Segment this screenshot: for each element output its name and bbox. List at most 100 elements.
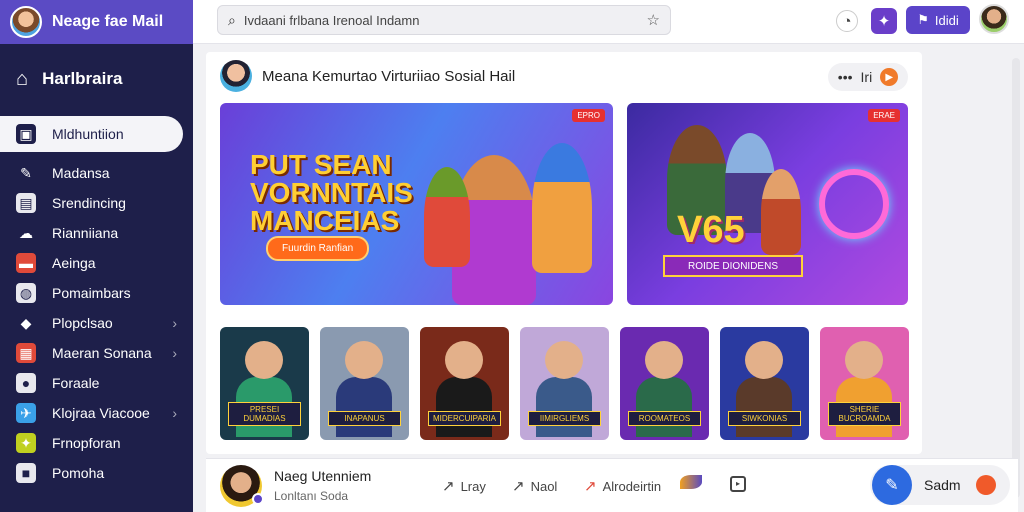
chat-icon: ☁ xyxy=(19,224,33,241)
sidebar-item[interactable]: ● Foraale xyxy=(0,368,193,398)
sidebar-item-label: Plopclsao xyxy=(52,315,113,331)
notification-icon[interactable]: ◔ xyxy=(836,10,858,32)
top-bar: ⌕ ☆ ◔ ✦ ⚑ Ididi xyxy=(193,0,1024,44)
sidebar-item-label: Mldhuntiion xyxy=(52,126,124,142)
banner-badge: ERAE xyxy=(868,109,900,122)
video-thumbnail[interactable]: INAPANUS xyxy=(320,327,409,440)
chevron-right-icon[interactable]: › xyxy=(172,405,177,421)
pin-icon[interactable] xyxy=(976,475,996,495)
sidebar-item-label: Klojraa Viacooe xyxy=(52,405,150,421)
banner-main[interactable]: EPRO PUT SEAN VORNNTAIS MANCEIAS Fuurdin… xyxy=(220,103,613,305)
forward-icon: ↗ xyxy=(512,478,525,495)
forward-label: Naol xyxy=(530,478,558,494)
chevron-right-icon[interactable]: › xyxy=(172,345,177,361)
home-label: Harlbraira xyxy=(42,69,123,88)
bird-icon: ✈ xyxy=(16,403,36,423)
sidebar-nav: ▣ Mldhuntiion ✎ Madansa ▤ Srendincing ☁ Riannii… xyxy=(0,116,193,488)
sidebar-item[interactable]: ▬ Aeinga xyxy=(0,248,193,278)
sidebar-item-label: Srendincing xyxy=(52,195,126,211)
forward-button[interactable]: ↗ Naol xyxy=(512,477,557,495)
video-thumbnail[interactable]: ROOMATEOS xyxy=(620,327,709,440)
sidebar-item[interactable]: ▤ Srendincing xyxy=(0,188,193,218)
media-icon: ▸ xyxy=(730,476,746,492)
ticket-icon: ▬ xyxy=(16,253,36,273)
gift-icon: ▣ xyxy=(16,124,36,144)
home-icon: ⌂ xyxy=(16,67,29,90)
puzzle-icon: ◆ xyxy=(20,314,32,331)
banner-big-text: V65 xyxy=(677,209,745,251)
star-icon[interactable]: ☆ xyxy=(647,11,660,29)
magic-icon[interactable]: ✦ xyxy=(871,8,897,34)
sidebar: Neage fae Mail ⌂ Harlbraira ▣ Mldhuntiion… xyxy=(0,0,193,512)
scrollbar[interactable] xyxy=(1012,58,1020,498)
video-thumbnail[interactable]: SHERIE BUCROAMDA xyxy=(820,327,909,440)
card-avatar[interactable] xyxy=(220,60,252,92)
banner-secondary[interactable]: ERAE V65 ROIDE DIONIDENS xyxy=(627,103,908,305)
thumbnail-caption: ROOMATEOS xyxy=(628,411,701,426)
video-thumbnail[interactable]: MIDERCUIPARIA xyxy=(420,327,509,440)
share-button[interactable]: ↗ Lray xyxy=(442,477,486,495)
gallery-icon: ▦ xyxy=(16,343,36,363)
user-avatar[interactable] xyxy=(10,6,42,38)
video-thumbnail[interactable]: IIMIRGLIEMS xyxy=(520,327,609,440)
video-thumbnail[interactable]: PRESEI DUMADIAS xyxy=(220,327,309,440)
top-action-button[interactable]: ⚑ Ididi xyxy=(906,6,970,34)
person-figure xyxy=(336,377,392,437)
person-figure xyxy=(536,377,592,437)
profile-avatar[interactable] xyxy=(979,4,1009,34)
sidebar-item-label: Madansa xyxy=(52,165,110,181)
ring-icon xyxy=(819,169,889,239)
chevron-right-icon[interactable]: › xyxy=(172,315,177,331)
person-head xyxy=(645,341,683,379)
sidebar-item-label: Pomaimbars xyxy=(52,285,131,301)
card-actions[interactable]: ••• Iri ▶ xyxy=(828,63,908,91)
banner-cta-button[interactable]: Fuurdin Ranfian xyxy=(266,236,370,261)
sidebar-home[interactable]: ⌂ Harlbraira xyxy=(0,44,193,114)
sidebar-header: Neage fae Mail xyxy=(0,0,193,44)
thumbnail-caption: PRESEI DUMADIAS xyxy=(228,402,301,426)
sidebar-item[interactable]: ✈ Klojraa Viacooe › xyxy=(0,398,193,428)
banner-badge: EPRO xyxy=(572,109,605,122)
sidebar-item[interactable]: ■ Pomoha xyxy=(0,458,193,488)
share-label: Lray xyxy=(460,478,486,494)
settings-icon: ◍ xyxy=(16,283,36,303)
reply-button[interactable]: ↗ Alrodeirtin xyxy=(584,477,661,495)
feed-card: Meana Kemurtao Virturiiao Sosial Hail ••… xyxy=(206,52,922,454)
character-figure xyxy=(532,143,592,273)
thumbnail-caption: SHERIE BUCROAMDA xyxy=(828,402,901,426)
sidebar-item[interactable]: ✦ Frnopforan xyxy=(0,428,193,458)
leaf-icon xyxy=(680,475,702,489)
bottom-bar: Naeg Utenniem Lonltanı Soda ↗ Lray ↗ Nao… xyxy=(206,458,1018,512)
character-figure xyxy=(761,169,801,255)
fire-icon[interactable]: ▶ xyxy=(880,68,899,86)
search-box: ⌕ ☆ xyxy=(217,5,671,35)
sidebar-item[interactable]: ☁ Rianniiana xyxy=(0,218,193,248)
author-subtitle: Lonltanı Soda xyxy=(274,489,349,503)
more-icon[interactable]: ••• xyxy=(838,69,853,85)
media-button[interactable]: ▸ xyxy=(730,476,746,492)
person-head xyxy=(545,341,583,379)
author-name: Naeg Utenniem xyxy=(274,468,372,484)
video-thumbnail[interactable]: SIWKONIAS xyxy=(720,327,809,440)
card-title: Meana Kemurtao Virturiiao Sosial Hail xyxy=(262,67,516,85)
sidebar-item[interactable]: ◆ Plopclsao › xyxy=(0,308,193,338)
sidebar-item[interactable]: ◍ Pomaimbars xyxy=(0,278,193,308)
person-figure xyxy=(736,377,792,437)
sidebar-item-label: Rianniiana xyxy=(52,225,119,241)
person-head xyxy=(445,341,483,379)
top-action-label: Ididi xyxy=(934,12,959,28)
person-figure xyxy=(436,377,492,437)
thumbnail-caption: IIMIRGLIEMS xyxy=(528,411,601,426)
flag-icon: ⚑ xyxy=(917,12,929,27)
person-head xyxy=(745,341,783,379)
verified-icon xyxy=(252,493,264,505)
emoji-button[interactable] xyxy=(680,475,702,489)
share-icon: ↗ xyxy=(442,478,455,495)
send-icon[interactable]: ✎ xyxy=(872,465,912,505)
send-control[interactable]: ✎ Sadm xyxy=(870,465,1010,505)
sidebar-item[interactable]: ✎ Madansa xyxy=(0,158,193,188)
search-icon: ⌕ xyxy=(228,11,236,28)
sidebar-item[interactable]: ▦ Maeran Sonana › xyxy=(0,338,193,368)
sidebar-item[interactable]: ▣ Mldhuntiion xyxy=(0,116,183,152)
search-input[interactable] xyxy=(243,12,639,28)
